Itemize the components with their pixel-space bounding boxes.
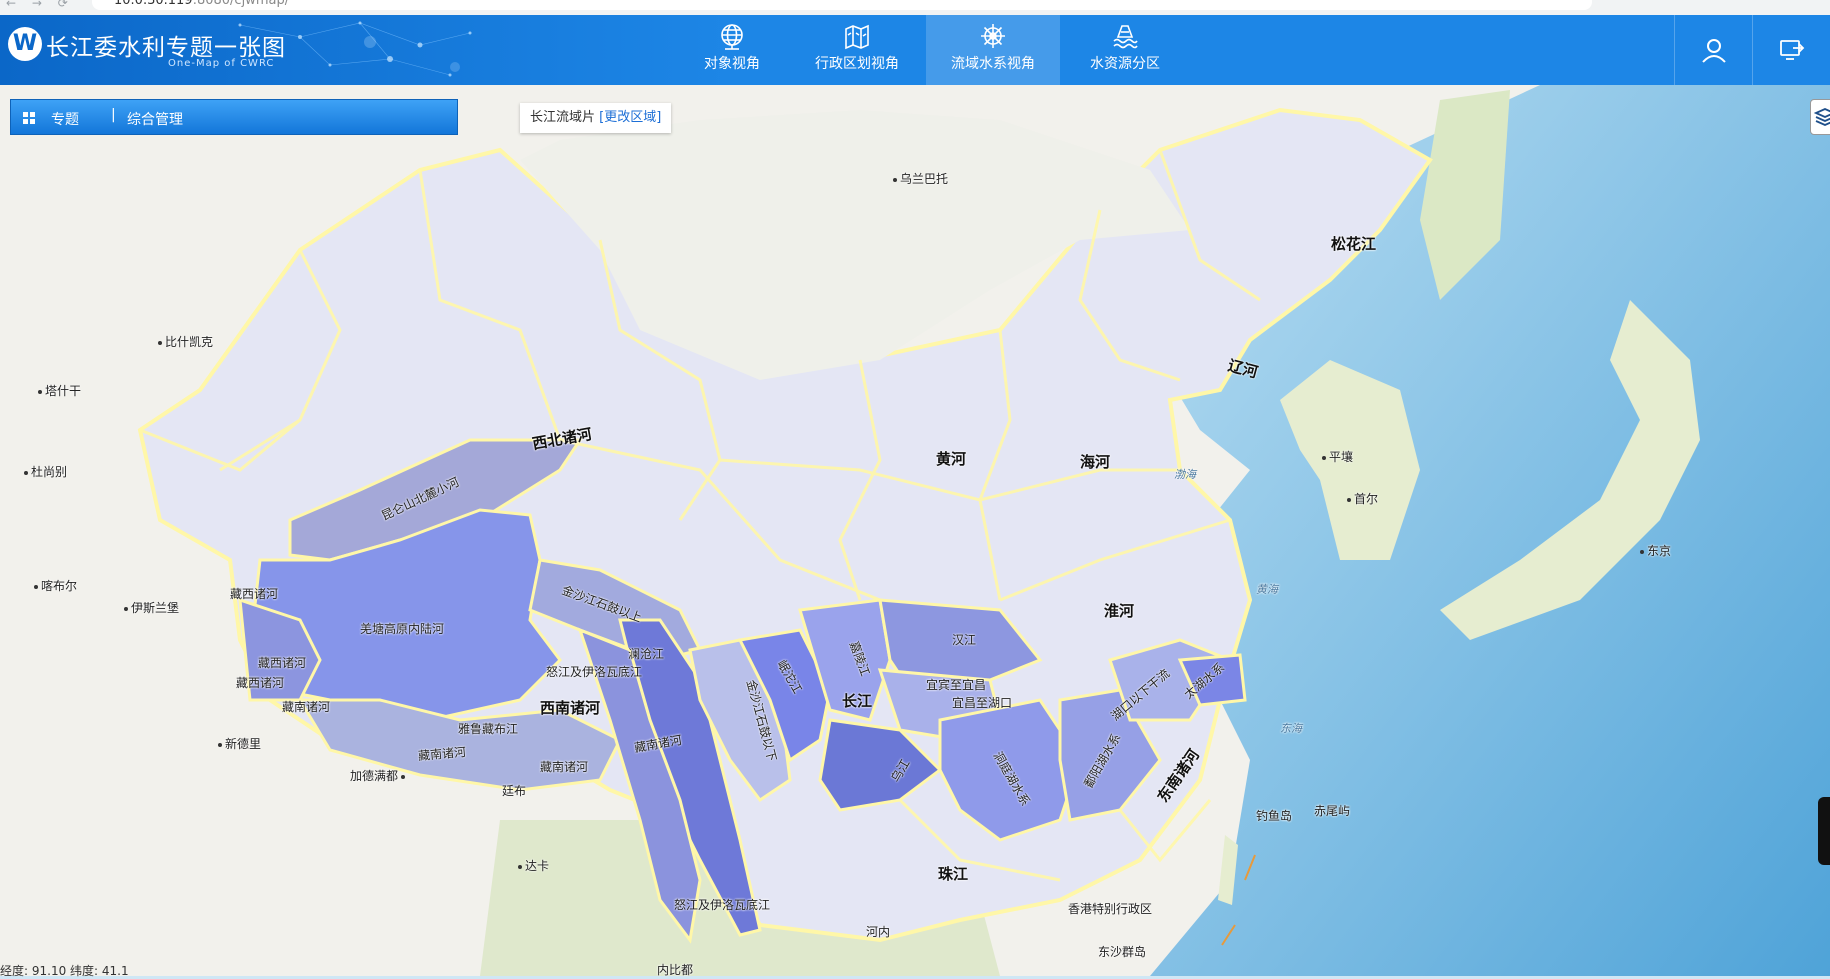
region-selector: 长江流域片 [更改区域]: [520, 103, 672, 133]
island-label: 赤尾屿: [1314, 804, 1351, 818]
basin-label-songhua: 松花江: [1331, 235, 1377, 253]
tab-label: 行政区划视角: [815, 56, 899, 72]
layer-switch-button[interactable]: [1810, 99, 1830, 135]
browser-address-bar: ← → ⟳ 10.0.30.119:8080/cjwmap/: [0, 0, 1830, 16]
sub-basin-label: 汉江: [952, 633, 977, 647]
toolbar-separator: |: [111, 107, 116, 123]
basin-label-huai: 淮河: [1104, 602, 1135, 620]
city-label: 内比都: [657, 963, 694, 977]
manage-menu-button[interactable]: 综合管理: [127, 109, 183, 129]
coordinate-readout: 经度: 91.10 纬度: 41.1: [0, 964, 129, 978]
sub-basin-label: 宜昌至湖口: [952, 696, 1013, 710]
city-label: 杜尚别: [24, 463, 67, 480]
basin-map[interactable]: [0, 85, 1830, 976]
url-path: :8080/cjwmap/: [192, 0, 290, 8]
globe-icon: [721, 24, 743, 50]
city-label: 伊斯兰堡: [124, 599, 179, 616]
city-label: 比什凯克: [158, 333, 213, 350]
sea-label: 东海: [1280, 722, 1302, 735]
folded-map-icon: [845, 24, 869, 50]
app-title: 长江委水利专题一张图: [46, 35, 286, 61]
sea-label: 黄海: [1256, 583, 1278, 596]
city-label: 平壤: [1322, 448, 1353, 465]
sub-basin-label: 藏南诸河: [540, 760, 589, 774]
browser-nav-icons[interactable]: ← → ⟳: [6, 0, 74, 10]
basin-label-yangtze: 长江: [842, 692, 873, 710]
basin-label-yellow: 黄河: [936, 450, 967, 468]
region-label: 香港特别行政区: [1068, 902, 1153, 916]
sub-basin-label: 怒江及伊洛瓦底江: [546, 665, 643, 679]
city-label: 塔什干: [38, 382, 81, 399]
island-label: 东沙群岛: [1098, 945, 1147, 959]
app-header: W 长江委水利专题一张图 One-Map of CWRC 对象视角 行政区划视角: [0, 15, 1830, 85]
grid-icon: [23, 112, 35, 124]
url-field[interactable]: 10.0.30.119:8080/cjwmap/: [92, 0, 1592, 10]
island-label: 钓鱼岛: [1256, 809, 1293, 823]
sub-basin-label: 澜沧江: [628, 647, 665, 661]
basin-label-hai: 海河: [1080, 453, 1111, 471]
city-label: 廷布: [502, 784, 527, 798]
user-icon: [1702, 39, 1726, 63]
exit-screen-icon: [1780, 40, 1805, 60]
tab-admin-view[interactable]: 行政区划视角: [790, 15, 924, 85]
change-region-link[interactable]: [更改区域]: [599, 110, 661, 125]
sub-basin-label: 藏西诸河: [230, 587, 279, 601]
city-label: 达卡: [518, 857, 549, 874]
sub-basin-label: 宜宾至宜昌: [926, 678, 987, 692]
sub-basin-label: 藏西诸河: [236, 676, 285, 690]
tab-water-resources[interactable]: 水资源分区: [1058, 15, 1192, 85]
boat-water-icon: [1113, 25, 1138, 49]
city-label: 喀布尔: [34, 577, 77, 594]
ship-wheel-icon: [981, 24, 1005, 48]
user-button[interactable]: [1674, 15, 1753, 85]
city-label: 加德满都: [350, 767, 408, 784]
tab-label: 流域水系视角: [951, 56, 1035, 72]
cwrc-logo: W: [8, 27, 42, 61]
side-panel-toggle[interactable]: [1818, 797, 1830, 865]
app-subtitle: One-Map of CWRC: [168, 58, 275, 69]
city-label: 河内: [866, 925, 891, 939]
tab-label: 对象视角: [704, 56, 760, 72]
tab-basin-view[interactable]: 流域水系视角: [926, 15, 1060, 85]
basin-label-southwest: 西南诸河: [540, 699, 601, 717]
url-host: 10.0.30.119: [114, 0, 193, 8]
city-label: 首尔: [1347, 490, 1378, 507]
theme-toolbar: 专题 | 综合管理: [10, 99, 458, 135]
city-label: 新德里: [218, 735, 261, 752]
sub-basin-label: 怒江及伊洛瓦底江: [674, 898, 771, 912]
tab-object-view[interactable]: 对象视角: [665, 15, 799, 85]
region-label: 长江流域片: [530, 110, 596, 125]
city-label: 东京: [1640, 542, 1671, 559]
sea-label: 渤海: [1174, 468, 1196, 481]
sub-basin-label: 雅鲁藏布江: [458, 722, 519, 736]
tab-label: 水资源分区: [1090, 56, 1160, 72]
sub-basin-label: 藏南诸河: [282, 700, 331, 714]
sub-basin-label: 藏西诸河: [258, 656, 307, 670]
exit-button[interactable]: [1752, 15, 1830, 85]
sub-basin-label: 羌塘高原内陆河: [360, 622, 445, 636]
theme-menu-button[interactable]: 专题: [51, 109, 79, 129]
layers-icon: [1814, 108, 1830, 126]
basin-label-pearl: 珠江: [938, 865, 969, 883]
city-label: 乌兰巴托: [893, 170, 948, 187]
